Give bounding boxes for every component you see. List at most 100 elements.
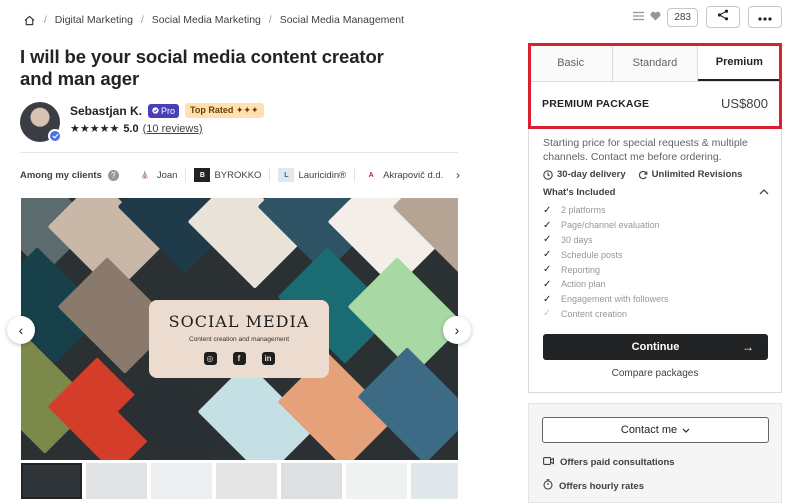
breadcrumb-social-media-management[interactable]: Social Media Management [280,14,404,26]
client-name: BYROKKO [214,169,262,181]
client-byrokko[interactable]: B BYROKKO [185,168,269,182]
breadcrumb-social-media-marketing[interactable]: Social Media Marketing [152,14,261,26]
linkedin-icon: in [261,352,275,365]
thumbnail[interactable] [411,463,458,499]
client-name: Lauricidin® [298,169,347,181]
gallery-thumbnails [21,463,458,499]
whats-included-toggle[interactable]: What's Included [543,187,769,198]
clients-label: Among my clients [20,169,102,181]
client-lauricidin[interactable]: L Lauricidin® [269,168,354,182]
gallery-next-button[interactable]: › [443,316,471,344]
client-logo-icon: ⛪ [140,172,150,179]
contact-label: Contact me [620,424,678,436]
chevron-right-icon[interactable]: › [456,168,460,182]
offer-text: Offers paid consultations [560,457,675,468]
gig-gallery-image[interactable]: SOCIAL MEDIA Content creation and manage… [21,198,458,460]
gallery-prev-button[interactable]: ‹ [7,316,35,344]
paid-consultations-offer: Offers paid consultations [543,457,675,468]
package-panel: Basic Standard Premium PREMIUM PACKAGE U… [528,44,782,393]
share-button[interactable] [706,6,740,28]
breadcrumb-separator: / [140,14,144,26]
hero-card-subtitle: Content creation and management [188,336,290,343]
client-logo-icon: L [278,168,295,182]
pro-label: Pro [161,105,176,116]
tab-premium[interactable]: Premium [697,45,781,81]
more-horizontal-icon [758,8,772,26]
chevron-right-icon: › [454,322,460,338]
video-icon [543,457,554,468]
clients-strip: Among my clients ? ⛪ Joan B BYROKKO L La… [20,164,460,186]
feature-label: Schedule posts [561,249,623,260]
feature-item: ✓ Page/channel evaluation [543,218,669,233]
client-akrapovic[interactable]: A Akrapovič d.d. [354,168,451,182]
thumbnail[interactable] [281,463,342,499]
continue-label: Continue [631,341,680,353]
seller-avatar[interactable] [20,102,62,143]
feature-item: ✓ Action plan [543,277,669,292]
feature-list: ✓ 2 platforms ✓ Page/channel evaluation ✓ 3… [543,203,669,321]
revisions-info: Unlimited Revisions [638,169,742,180]
heart-icon[interactable] [650,11,661,24]
continue-button[interactable]: Continue → [543,334,768,360]
list-icon[interactable] [633,11,645,24]
thumbnail[interactable] [346,463,407,499]
contact-me-button[interactable]: Contact me [542,417,769,443]
client-name: Joan [156,169,178,181]
thumbnail[interactable] [21,463,82,499]
pro-check-icon [152,106,159,116]
gig-title: I will be your social media content crea… [20,46,384,89]
contact-panel: Contact me Offers paid consultations Off… [528,403,782,503]
chevron-left-icon: ‹ [18,322,24,338]
feature-item: ✓ 30 days [543,233,669,248]
favorite-group: 283 [633,7,698,27]
divider [20,152,458,153]
check-icon: ✓ [543,234,552,246]
check-icon: ✓ [543,278,552,290]
check-icon: ✓ [543,219,552,231]
feature-label: Action plan [561,279,606,290]
thumbnail[interactable] [86,463,147,499]
pro-badge: Pro [148,103,180,118]
hero-social-icons: ◎ f in [203,352,275,365]
thumbnail[interactable] [151,463,212,499]
facebook-icon: f [232,352,246,365]
hourly-rates-offer: Offers hourly rates [543,479,644,493]
breadcrumb-separator: / [44,14,47,26]
home-icon[interactable] [22,13,36,27]
breadcrumb-digital-marketing[interactable]: Digital Marketing [55,14,133,26]
whats-included-label: What's Included [543,187,616,198]
tab-basic[interactable]: Basic [529,45,614,81]
client-logo-icon: B [194,168,211,182]
rating-row: ★★★★★ 5.0 (10 reviews) [70,122,264,136]
package-name: PREMIUM PACKAGE [542,97,650,110]
rating-value: 5.0 [123,122,139,135]
help-icon[interactable]: ? [107,169,119,181]
check-icon: ✓ [543,293,552,305]
thumbnail[interactable] [216,463,277,499]
check-icon: ✓ [543,204,552,216]
instagram-icon: ◎ [203,352,217,365]
reviews-link[interactable]: (10 reviews) [143,123,203,135]
seller-name[interactable]: Sebastjan K. [70,104,142,118]
compare-packages-link[interactable]: Compare packages [529,368,781,379]
package-price: US$800 [721,96,768,111]
package-description: Starting price for special requests & mu… [543,137,748,163]
feature-item: ✓ Reporting [543,262,669,277]
client-joan[interactable]: ⛪ Joan [129,168,186,182]
tab-standard[interactable]: Standard [613,45,698,81]
more-options-button[interactable] [748,6,782,28]
check-icon: ✓ [543,308,552,320]
seller-info: Sebastjan K. Pro Top Rated ✦✦✦ ★★★★★ 5.0… [70,102,264,135]
breadcrumb: / Digital Marketing / Social Media Marke… [22,10,404,30]
package-tabs: Basic Standard Premium [529,45,781,82]
hero-card-title: SOCIAL MEDIA [168,312,310,331]
breadcrumb-separator: / [268,14,272,26]
verified-icon [48,129,62,143]
feature-item-excluded: ✓ Content creation [543,307,669,322]
rating-stars-icon: ★★★★★ [70,123,120,135]
client-name: Akrapovič d.d. [383,169,444,181]
clock-icon [543,169,553,180]
offer-text: Offers hourly rates [559,480,644,492]
top-rated-badge: Top Rated ✦✦✦ [185,103,264,118]
delivery-info: 30-day delivery [543,169,626,180]
